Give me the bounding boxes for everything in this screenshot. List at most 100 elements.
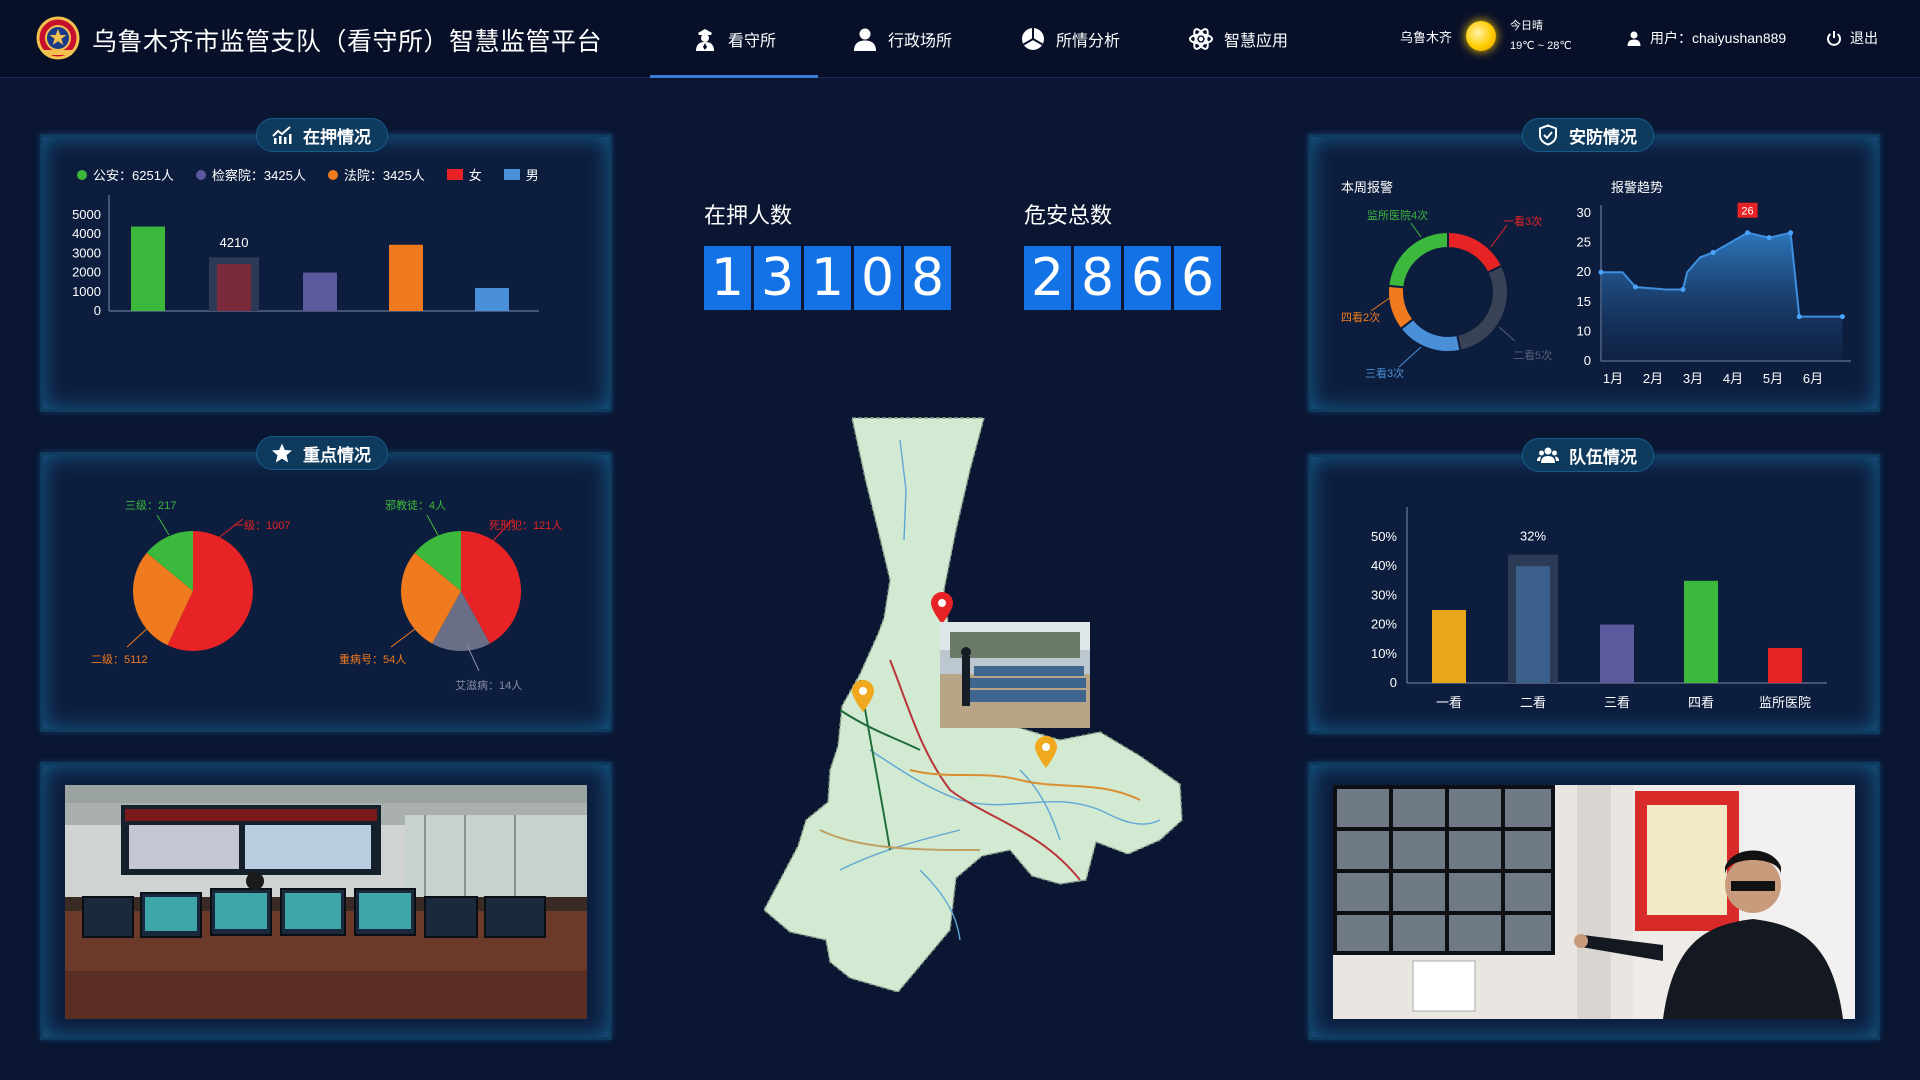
bar: [131, 226, 165, 311]
digit: 1: [704, 246, 751, 310]
detainee-count-digits: 1 3 1 0 8: [704, 246, 951, 310]
weather-text: 今日晴 19℃ ~ 28℃: [1510, 16, 1572, 56]
trend-point: [1745, 230, 1751, 236]
y-tick-label: 10: [1577, 323, 1591, 338]
bar: [1516, 566, 1550, 683]
detainee-count-label: 在押人数: [704, 203, 793, 228]
bar: [389, 244, 423, 311]
x-tick-label: 4月: [1723, 371, 1743, 386]
pie-label: 死刑犯：121人: [489, 519, 562, 532]
security-panel-title: 安防情况: [1522, 118, 1654, 152]
control-room-photo[interactable]: [65, 785, 587, 1019]
digit: 8: [904, 246, 951, 310]
digit: 3: [754, 246, 801, 310]
x-tick-label: 二看: [1520, 695, 1546, 710]
y-tick-label: 25: [1577, 235, 1591, 250]
monitoring-photo[interactable]: [1333, 785, 1855, 1019]
weather-today: 今日晴: [1510, 20, 1544, 32]
y-tick-label: 3000: [72, 245, 101, 260]
trend-point: [1839, 314, 1845, 320]
peak-label: 26: [1741, 206, 1753, 218]
x-tick-label: 5月: [1763, 371, 1783, 386]
detention-panel: 公安：6251人 检察院：3425人 法院：3425人 女 男 5000 4000…: [40, 134, 612, 412]
digit: 6: [1174, 246, 1221, 310]
x-tick-label: 3月: [1683, 371, 1703, 386]
bar-data-label: 32%: [1520, 529, 1546, 544]
trend-point: [1598, 269, 1604, 275]
bar: [217, 263, 251, 311]
shield-icon: [1539, 124, 1557, 146]
pie-label: 二级：5112: [91, 653, 148, 666]
y-tick-label: 15: [1577, 294, 1591, 309]
logout-button[interactable]: 退出: [1826, 28, 1878, 48]
danger-count-block: 危安总数 2 8 6 6: [1024, 198, 1221, 310]
officer-icon: [695, 29, 714, 51]
facility-photo-popup[interactable]: [940, 622, 1090, 728]
user-info[interactable]: 用户：chaiyushan889: [1626, 28, 1786, 48]
nav-item-label: 看守所: [727, 33, 776, 50]
app-title: 乌鲁木齐市监管支队（看守所）智慧监管平台: [92, 28, 603, 56]
label-leader-line: [426, 514, 440, 538]
label-leader-line: [156, 514, 170, 536]
pie-label: 一级：1007: [233, 519, 290, 532]
detention-bar-chart: 5000 4000 3000 2000 1000 0 4210: [72, 195, 539, 318]
team-panel-title: 队伍情况: [1522, 438, 1654, 472]
y-tick-label: 20: [1577, 264, 1591, 279]
y-tick-label: 5000: [72, 207, 101, 222]
main-nav: 看守所 行政场所 所情分析 智慧应用: [650, 0, 1322, 78]
x-tick-label: 四看: [1688, 695, 1714, 710]
police-emblem-icon: [36, 16, 80, 60]
panel-title-text: 队伍情况: [1569, 447, 1637, 467]
y-tick-label: 1000: [72, 284, 101, 299]
y-tick-label: 10%: [1371, 646, 1397, 661]
x-tick-label: 2月: [1643, 371, 1663, 386]
user-icon: [1627, 31, 1641, 46]
trend-point: [1632, 284, 1638, 290]
nav-item-admin-venue[interactable]: 行政场所: [818, 0, 986, 78]
digit: 6: [1124, 246, 1171, 310]
trend-point: [1766, 235, 1772, 241]
label-leader-line: [126, 624, 152, 648]
weather-city: 乌鲁木齐: [1400, 29, 1453, 45]
monitoring-panel: [1308, 762, 1880, 1040]
bar-trend-icon: [272, 126, 292, 144]
y-tick-label: 40%: [1371, 558, 1397, 573]
x-tick-label: 一看: [1436, 695, 1462, 710]
logout-label: 退出: [1850, 30, 1878, 46]
nav-item-detention-center[interactable]: 看守所: [650, 0, 818, 78]
trend-point: [1710, 249, 1716, 255]
bar: [1600, 624, 1634, 683]
control-room-panel: [40, 762, 612, 1040]
x-tick-label: 1月: [1603, 371, 1623, 386]
bar: [1768, 647, 1802, 683]
key-situation-pies: 一级：1007 二级：5112 三级：217 死刑犯：121人艾滋病：14人 重病号：5…: [91, 498, 562, 692]
security-panel: 本周报警 报警趋势 一看3次 二看5次 三看3次 四看2次 监所医院4次 30 25 20 1…: [1308, 134, 1880, 412]
star-icon: [272, 443, 292, 463]
user-label: 用户：chaiyushan889: [1650, 30, 1787, 46]
y-tick-label: 20%: [1371, 617, 1397, 632]
y-tick-label: 2000: [72, 265, 101, 280]
x-tick-label: 监所医院: [1759, 695, 1811, 710]
nav-item-situation-analysis[interactable]: 所情分析: [986, 0, 1154, 78]
power-icon: [1827, 31, 1841, 46]
key-situation-panel-title: 重点情况: [256, 436, 388, 470]
team-panel: 50% 40% 30% 20% 10% 0 一看 32% 二看 三看 四看 监所医院: [1308, 454, 1880, 734]
y-tick-label: 4000: [72, 226, 101, 241]
bar: [303, 272, 337, 311]
team-icon: [1537, 447, 1559, 463]
digit: 8: [1074, 246, 1121, 310]
trend-area: [1601, 232, 1843, 361]
y-tick-label: 0: [1584, 353, 1591, 368]
y-tick-label: 30: [1577, 205, 1591, 220]
panel-title-text: 安防情况: [1569, 127, 1637, 147]
danger-count-label: 危安总数: [1024, 203, 1113, 228]
pie-label: 艾滋病：14人: [455, 678, 522, 692]
panel-title-text: 重点情况: [303, 445, 371, 465]
key-situation-panel: 一级：1007 二级：5112 三级：217 死刑犯：121人 艾滋病：14人 重病号：5…: [40, 452, 612, 732]
sun-icon: [1466, 21, 1497, 51]
y-tick-label: 30%: [1371, 587, 1397, 602]
nav-item-smart-apps[interactable]: 智慧应用: [1154, 0, 1322, 78]
nav-item-label: 所情分析: [1055, 33, 1120, 50]
bar: [1432, 610, 1466, 683]
detainee-count-block: 在押人数 1 3 1 0 8: [704, 198, 951, 310]
